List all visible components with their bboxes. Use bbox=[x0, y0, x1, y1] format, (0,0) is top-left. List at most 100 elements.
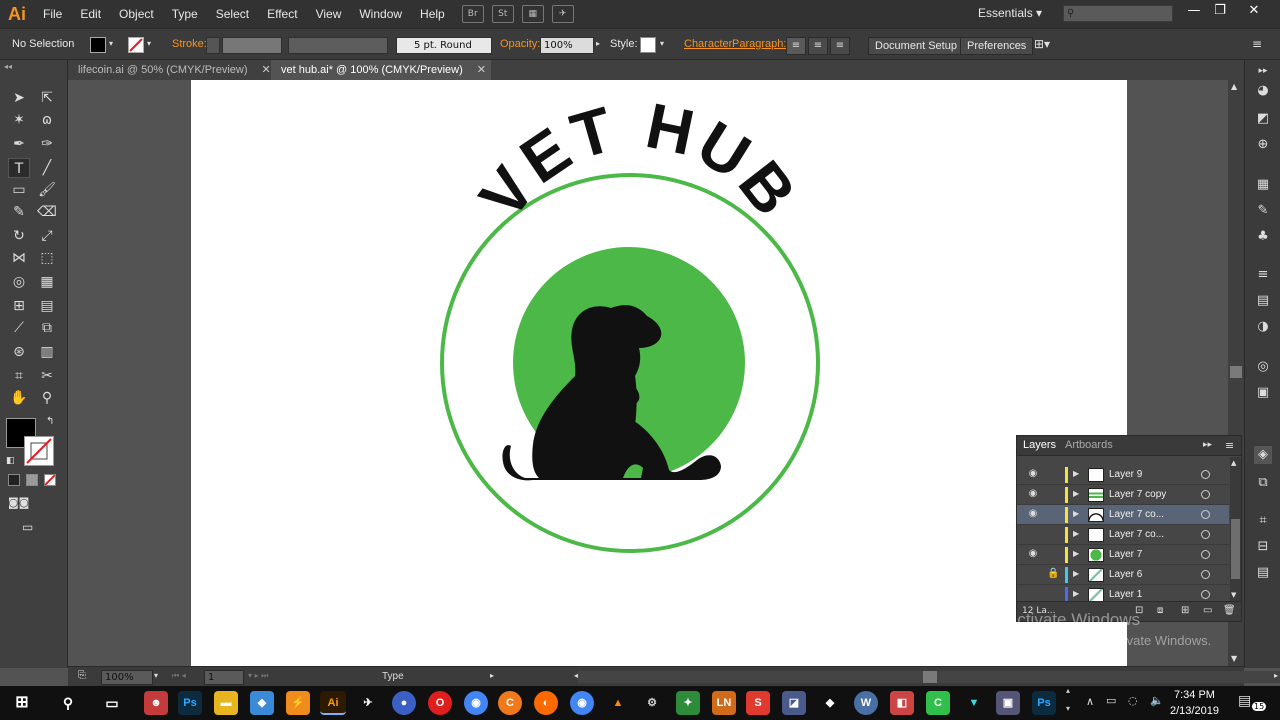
app-icon[interactable]: ⚡ bbox=[286, 691, 310, 715]
shaper-tool-icon[interactable]: ✎ bbox=[8, 202, 30, 222]
target-circle-icon[interactable] bbox=[1201, 510, 1210, 519]
scroll-right-icon[interactable]: ▸ bbox=[1274, 671, 1278, 680]
menu-effect[interactable]: Effect bbox=[258, 7, 306, 21]
layers-scroll-down-icon[interactable]: ▼ bbox=[1231, 591, 1236, 599]
app-icon[interactable]: ☻ bbox=[144, 691, 168, 715]
expand-arrow-icon[interactable]: ▶ bbox=[1073, 509, 1079, 518]
eraser-tool-icon[interactable]: ⌫ bbox=[36, 202, 58, 222]
wordpress-icon[interactable]: W bbox=[854, 691, 878, 715]
chrome-icon[interactable]: ◉ bbox=[570, 691, 594, 715]
file-explorer-icon[interactable]: ▬ bbox=[214, 691, 238, 715]
mesh-tool-icon[interactable]: ⊞ bbox=[8, 296, 30, 316]
chrome-icon[interactable]: ◉ bbox=[464, 691, 488, 715]
app-icon[interactable]: ✦ bbox=[676, 691, 700, 715]
app-icon[interactable]: ✈ bbox=[356, 691, 380, 715]
artboard-tool-icon[interactable]: ⌗ bbox=[8, 366, 30, 386]
layer-row[interactable]: 🔒 ▶ Layer 6 bbox=[1017, 565, 1229, 585]
search-input[interactable]: ⚲ bbox=[1063, 5, 1173, 22]
pathfinder-panel-icon[interactable]: ▤ bbox=[1254, 564, 1272, 582]
symbols-panel-icon[interactable]: ♣ bbox=[1254, 228, 1272, 246]
control-menu-icon[interactable]: ≡ bbox=[1252, 37, 1262, 51]
gradient-panel-icon[interactable]: ▤ bbox=[1254, 292, 1272, 310]
scroll-left-icon[interactable]: ◂ bbox=[574, 671, 578, 680]
close-tab-icon[interactable]: ✕ bbox=[262, 64, 271, 76]
make-clipping-mask-icon[interactable]: ⧈ bbox=[1157, 605, 1163, 616]
selection-tool-icon[interactable]: ➤ bbox=[8, 88, 30, 108]
graphic-style-swatch[interactable] bbox=[640, 37, 656, 53]
zoom-tool-icon[interactable]: ⚲ bbox=[36, 388, 58, 408]
artboard-number-field[interactable]: 1 bbox=[204, 670, 244, 685]
restore-button[interactable]: ❐ bbox=[1208, 3, 1232, 23]
character-link[interactable]: Character bbox=[684, 38, 732, 50]
new-layer-icon[interactable]: ▭ bbox=[1203, 605, 1212, 616]
stroke-swatch[interactable] bbox=[128, 37, 144, 53]
default-colors-icon[interactable]: ◧ bbox=[6, 456, 15, 466]
share-icon[interactable]: ⎘ bbox=[78, 670, 86, 681]
illustrator-taskbar-icon[interactable]: Ai bbox=[320, 691, 346, 715]
target-circle-icon[interactable] bbox=[1201, 590, 1210, 599]
type-tool-icon[interactable]: T bbox=[8, 158, 30, 178]
slice-tool-icon[interactable]: ✂ bbox=[36, 366, 58, 386]
magic-wand-tool-icon[interactable]: ✶ bbox=[8, 110, 30, 130]
expand-arrow-icon[interactable]: ▶ bbox=[1073, 489, 1079, 498]
layers-scroll-thumb[interactable] bbox=[1231, 519, 1240, 579]
stroke-panel-icon[interactable]: ≡ bbox=[1254, 266, 1272, 284]
layer-name[interactable]: Layer 7 bbox=[1109, 549, 1142, 560]
layer-row[interactable]: ◉ ▶ Layer 9 bbox=[1017, 465, 1229, 485]
rotate-tool-icon[interactable]: ↻ bbox=[8, 226, 30, 246]
opacity-arrow-icon[interactable]: ▸ bbox=[596, 39, 600, 48]
close-tab-icon[interactable]: ✕ bbox=[477, 64, 486, 76]
screen-mode-icon[interactable]: ▭ bbox=[22, 520, 33, 534]
swap-colors-icon[interactable]: ↰ bbox=[46, 416, 54, 427]
brush-definition[interactable]: 5 pt. Round bbox=[396, 37, 492, 54]
opacity-label[interactable]: Opacity: bbox=[500, 38, 540, 50]
scroll-down-icon[interactable]: ▼ bbox=[1231, 654, 1237, 663]
firefox-icon[interactable]: ◐ bbox=[534, 691, 558, 715]
photoshop-icon[interactable]: Ps bbox=[1032, 691, 1056, 715]
expand-arrow-icon[interactable]: ▶ bbox=[1073, 589, 1079, 598]
layer-row[interactable]: ◉ ▶ Layer 7 copy bbox=[1017, 485, 1229, 505]
vlc-icon[interactable]: ▲ bbox=[606, 691, 630, 715]
layer-row[interactable]: ◉ ▶ Layer 7 bbox=[1017, 545, 1229, 565]
none-mode-icon[interactable] bbox=[44, 474, 56, 486]
tab-artboards[interactable]: Artboards bbox=[1065, 439, 1113, 451]
align-panel-icon[interactable]: ⊟ bbox=[1254, 538, 1272, 556]
symbol-sprayer-tool-icon[interactable]: ⊛ bbox=[8, 342, 30, 362]
start-button-icon[interactable]: ⊞ bbox=[10, 691, 34, 715]
tab-layers[interactable]: Layers bbox=[1023, 439, 1056, 451]
layers-scrollbar[interactable]: ▲ ▼ bbox=[1230, 457, 1241, 601]
transform-panel-icon[interactable]: ⌗ bbox=[1254, 512, 1272, 530]
status-menu-icon[interactable]: ▸ bbox=[490, 671, 494, 680]
bridge-icon[interactable]: Br bbox=[461, 5, 484, 23]
vertical-scroll-thumb[interactable] bbox=[1230, 366, 1242, 378]
transparency-panel-icon[interactable]: ◑ bbox=[1254, 318, 1272, 336]
layer-row[interactable]: ▶ Layer 7 co... bbox=[1017, 525, 1229, 545]
color-mode-icon[interactable] bbox=[8, 474, 20, 486]
width-tool-icon[interactable]: ⋈ bbox=[8, 248, 30, 268]
stroke-color-box[interactable] bbox=[24, 436, 54, 466]
color-guide-icon[interactable]: ◩ bbox=[1254, 110, 1272, 128]
expand-arrow-icon[interactable]: ▶ bbox=[1073, 549, 1079, 558]
layer-row[interactable]: ◉ ▶ Layer 7 co... bbox=[1017, 505, 1229, 525]
menu-select[interactable]: Select bbox=[207, 7, 258, 21]
settings-icon[interactable]: ⚙ bbox=[640, 691, 664, 715]
zoom-dropdown-icon[interactable]: ▾ bbox=[154, 671, 158, 680]
layer-name[interactable]: Layer 7 co... bbox=[1109, 529, 1164, 540]
brushes-panel-icon[interactable]: ✎ bbox=[1254, 202, 1272, 220]
next-artboard-icon[interactable]: ▾ ▸ ⏭ bbox=[248, 671, 268, 681]
paragraph-link[interactable]: Paragraph: bbox=[732, 38, 786, 50]
delete-layer-icon[interactable]: 🗑 bbox=[1223, 605, 1236, 616]
taskbar-clock[interactable]: 7:34 PM 2/13/2019 bbox=[1170, 687, 1219, 719]
layers-scroll-up-icon[interactable]: ▲ bbox=[1231, 459, 1236, 467]
opera-icon[interactable]: O bbox=[428, 691, 452, 715]
drawing-modes-icon[interactable]: ◙◙ bbox=[8, 496, 29, 509]
app-icon[interactable]: C bbox=[926, 691, 950, 715]
network-icon[interactable]: ◌ bbox=[1128, 694, 1138, 707]
photoshop-icon[interactable]: Ps bbox=[178, 691, 202, 715]
graphic-styles-icon[interactable]: ▣ bbox=[1254, 384, 1272, 402]
menu-help[interactable]: Help bbox=[411, 7, 454, 21]
app-icon[interactable]: ● bbox=[392, 691, 416, 715]
tab-lifecoin[interactable]: lifecoin.ai @ 50% (CMYK/Preview) ✕ bbox=[68, 60, 272, 80]
close-window-button[interactable]: ✕ bbox=[1242, 3, 1266, 23]
fill-dropdown-icon[interactable]: ▾ bbox=[109, 39, 113, 48]
